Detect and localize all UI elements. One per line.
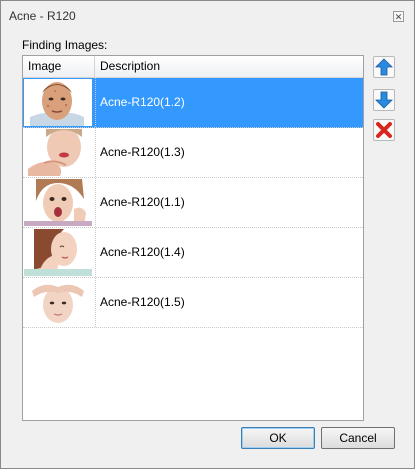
thumbnail-illustrated-woman — [24, 229, 92, 276]
ok-button[interactable]: OK — [241, 427, 315, 449]
column-header-description[interactable]: Description — [95, 56, 363, 77]
thumbnail-woman-forehead — [24, 279, 92, 326]
dialog-window: Acne - R120 ✕ Finding Images: Image Desc… — [0, 0, 415, 469]
list-item[interactable]: Acne-R120(1.5) — [23, 278, 363, 328]
row-description: Acne-R120(1.1) — [95, 178, 361, 227]
column-header-image[interactable]: Image — [23, 56, 95, 77]
list-item[interactable]: Acne-R120(1.2) — [23, 78, 363, 128]
red-x-icon — [376, 122, 392, 138]
list-item[interactable]: Acne-R120(1.1) — [23, 178, 363, 228]
list-item[interactable]: Acne-R120(1.3) — [23, 128, 363, 178]
list-header: Image Description — [23, 56, 363, 78]
move-up-button[interactable] — [373, 56, 395, 78]
window-title: Acne - R120 — [9, 9, 76, 23]
arrow-up-icon — [375, 58, 393, 76]
move-down-button[interactable] — [373, 89, 395, 111]
cancel-button[interactable]: Cancel — [321, 427, 395, 449]
thumbnail-man-face — [24, 79, 92, 126]
close-icon[interactable]: ✕ — [393, 11, 404, 22]
finding-images-list[interactable]: Image Description Acne-R120(1.2) Acne-R1… — [22, 55, 364, 421]
arrow-down-icon — [375, 91, 393, 109]
thumbnail-woman-surprised — [24, 179, 92, 226]
title-bar: Acne - R120 ✕ — [1, 1, 414, 29]
finding-images-label: Finding Images: — [22, 38, 108, 52]
thumbnail-woman-chin — [24, 129, 92, 176]
row-description: Acne-R120(1.3) — [95, 128, 361, 177]
delete-button[interactable] — [373, 119, 395, 141]
row-description: Acne-R120(1.2) — [95, 78, 361, 127]
row-description: Acne-R120(1.5) — [95, 278, 361, 327]
row-description: Acne-R120(1.4) — [95, 228, 361, 277]
list-item[interactable]: Acne-R120(1.4) — [23, 228, 363, 278]
